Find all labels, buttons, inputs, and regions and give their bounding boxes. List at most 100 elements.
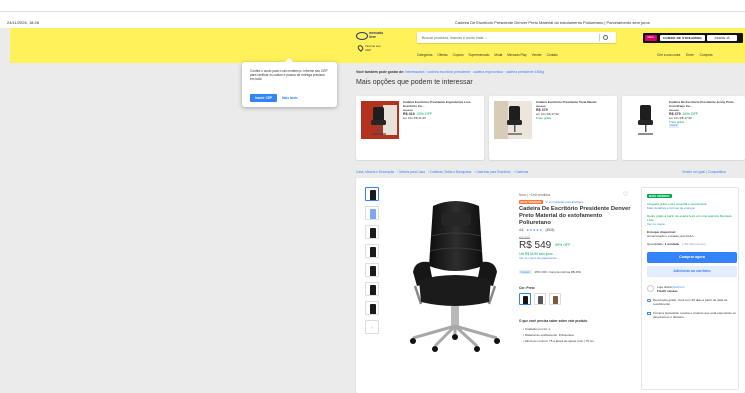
buy-now-button[interactable]: Comprar agora bbox=[647, 252, 737, 263]
handshake-icon bbox=[356, 32, 368, 40]
related-note: Você também pode gostar de: Interessados… bbox=[356, 70, 544, 74]
product-condition: Novo | +1mil vendidos bbox=[519, 193, 551, 197]
product-bullets: Unidades por kit: 1. Material do estofam… bbox=[519, 326, 631, 344]
insert-cep-button[interactable]: Inserir CEP bbox=[250, 94, 277, 102]
seller-sub: Flexfit vendas bbox=[657, 289, 678, 293]
search-separator bbox=[599, 34, 600, 41]
quantity-value: 1 unidade bbox=[664, 242, 680, 246]
thumbnail[interactable] bbox=[365, 225, 379, 239]
return-policy: Devolução grátis. Você tem 30 dias a par… bbox=[647, 298, 737, 306]
thumbnail[interactable] bbox=[365, 187, 379, 201]
login-link[interactable]: Entre bbox=[686, 53, 694, 57]
related-card-info: Cadeira Escritório Presidente Tecla Mast… bbox=[536, 100, 604, 121]
more-thumbnails[interactable]: › bbox=[365, 320, 379, 334]
create-account-link[interactable]: Crie a sua conta bbox=[657, 53, 680, 57]
related-card-info: Cadeira Escritório Presidente Ergonômica… bbox=[403, 100, 471, 121]
nav-moda[interactable]: Moda bbox=[494, 53, 502, 57]
search-input[interactable]: Buscar produtos, marcas e muito mais… bbox=[422, 36, 487, 40]
buybox-badge: MAIS VENDIDO bbox=[647, 194, 672, 198]
related-card[interactable]: Cadeira De Escritório Presidente Jenny P… bbox=[622, 96, 745, 160]
search-icon[interactable] bbox=[603, 34, 608, 40]
search-bar[interactable]: Buscar produtos, marcas e muito mais… bbox=[417, 32, 616, 43]
payment-methods-link[interactable]: Ver os meios de pagamento bbox=[519, 256, 631, 260]
quantity-label: Quantidade: bbox=[647, 242, 664, 246]
purchases-link[interactable]: Compras bbox=[700, 53, 713, 57]
related-card-image bbox=[494, 101, 532, 139]
breadcrumb-item[interactable]: Cadeiras, Sofás e Banquetas bbox=[430, 170, 471, 174]
thumbnail[interactable] bbox=[365, 282, 379, 296]
related-card-image bbox=[361, 101, 399, 139]
product-details: Novo | +1mil vendidos ♡ MAIS VENDIDO 1º … bbox=[519, 192, 631, 344]
bullet-item: Altura ao mínimo: 75 a altura de ajuste … bbox=[523, 338, 631, 344]
related-card-name: Cadeira Escritório Presidente Ergonômica… bbox=[403, 100, 471, 108]
popup-message: Confira o custo para o seu endereço. Inf… bbox=[250, 69, 328, 82]
coupon[interactable]: Cupom 15% OFF. Compra mínima R$ 250. bbox=[519, 269, 631, 274]
heart-icon[interactable]: ♡ bbox=[623, 192, 628, 198]
cep-selector[interactable]: Informe seu CEP bbox=[356, 44, 381, 52]
breadcrumb-item[interactable]: Móveis para Casa bbox=[399, 170, 425, 174]
related-card-info: Cadeira De Escritório Presidente Jenny P… bbox=[669, 100, 737, 129]
promo-banner[interactable]: MELI+ COMBO DE STREAMING ASSINE JÁ bbox=[643, 33, 743, 43]
related-card[interactable]: Cadeira Escritório Presidente Tecla Mast… bbox=[489, 96, 617, 160]
return-icon bbox=[647, 298, 651, 302]
promo-tag: MELI+ bbox=[645, 35, 657, 41]
cep-line2: CEP bbox=[365, 47, 372, 52]
thumbnail[interactable] bbox=[365, 206, 379, 220]
share-links[interactable]: Vender um igual | Compartilhar bbox=[682, 170, 726, 174]
product-rating[interactable]: 4.6 ★★★★★ (4911) bbox=[519, 228, 631, 232]
related-card-installments: em 10x R$ 41,90 bbox=[403, 115, 426, 120]
category-nav: Categorias Ofertas Cupons Supermercado M… bbox=[417, 53, 562, 57]
logo-text: mercado livre bbox=[369, 31, 384, 39]
seller-logo-icon bbox=[647, 285, 654, 292]
color-swatch[interactable] bbox=[534, 292, 546, 305]
later-button[interactable]: Mais tarde bbox=[282, 94, 298, 102]
shipping-details-link[interactable]: Mais detalhes e formas de entrega bbox=[647, 206, 737, 210]
related-note-prefix: Você também pode gostar de: bbox=[356, 70, 405, 74]
breadcrumb: Casa, Móveis e Decoração › Móveis para Ca… bbox=[356, 170, 529, 174]
seller-info[interactable]: Loja oficial Flexform Flexfit vendas bbox=[647, 285, 737, 293]
thumbnail[interactable] bbox=[365, 301, 379, 315]
star-icon: ★★★★★ bbox=[526, 228, 543, 233]
rating-value: 4.6 bbox=[519, 228, 524, 233]
mercado-livre-logo[interactable]: mercado livre bbox=[356, 31, 384, 41]
breadcrumb-item[interactable]: Casa, Móveis e Decoração bbox=[356, 170, 394, 174]
related-card[interactable]: Cadeira Escritório Presidente Ergonômica… bbox=[356, 96, 484, 160]
nav-ofertas[interactable]: Ofertas bbox=[437, 53, 447, 57]
nav-contato[interactable]: Contato bbox=[547, 53, 558, 57]
product-title: Cadeira De Escritório Presidente Denver … bbox=[519, 206, 631, 226]
color-swatch[interactable] bbox=[519, 292, 531, 305]
thumbnail[interactable] bbox=[365, 244, 379, 258]
product-main-image[interactable] bbox=[393, 186, 518, 354]
related-card-image bbox=[627, 101, 665, 139]
print-date: 24/11/2026, 18:28 bbox=[7, 20, 39, 25]
nav-cupons[interactable]: Cupons bbox=[453, 53, 464, 57]
pickup-info: Retire grátis a partir de quarta-feira e… bbox=[647, 214, 732, 222]
print-header: 24/11/2026, 18:28 Cadeira De Escritório … bbox=[0, 12, 745, 28]
color-swatch[interactable] bbox=[549, 292, 561, 305]
purchase-guarantee: Compra Garantida, receba o produto que e… bbox=[647, 311, 737, 319]
color-label: Cor: Preto bbox=[519, 285, 535, 290]
thumbnail[interactable] bbox=[365, 263, 379, 277]
promo-side: ASSINE JÁ bbox=[707, 35, 737, 41]
coupon-text: 15% OFF. Compra mínima R$ 250. bbox=[534, 269, 582, 274]
nav-supermercado[interactable]: Supermercado bbox=[469, 53, 490, 57]
add-to-cart-button[interactable]: Adicionar ao carrinho bbox=[647, 266, 737, 277]
nav-vender[interactable]: Vender bbox=[532, 53, 542, 57]
nav-categorias[interactable]: Categorias bbox=[417, 53, 432, 57]
price-discount: 39% OFF bbox=[555, 243, 571, 248]
buy-box: MAIS VENDIDO Chegará grátis entre amanhã… bbox=[641, 187, 739, 390]
breadcrumb-item[interactable]: Cadeiras bbox=[515, 170, 528, 174]
product-panel: › Novo | +1mil vendidos ♡ MAIS VENDIDO 1… bbox=[356, 178, 745, 393]
related-card-name: Cadeira Escritório Presidente Tecla Mast… bbox=[536, 100, 597, 104]
breadcrumb-item[interactable]: Cadeiras para Escritório bbox=[476, 170, 510, 174]
nav-mercado-play[interactable]: Mercado Play bbox=[507, 53, 527, 57]
best-seller-link[interactable]: 1º em Cadeiras para Escritório bbox=[545, 200, 583, 204]
thumbnail-column: › bbox=[365, 187, 381, 339]
related-card-shipping: Frete grátis bbox=[536, 115, 552, 120]
coupon-badge: Cupom bbox=[519, 269, 532, 274]
about-title: O que você precisa saber sobre este prod… bbox=[519, 318, 588, 323]
related-note-links[interactable]: Interessados · cadeira escritório presid… bbox=[405, 70, 544, 74]
map-link[interactable]: Ver no mapa bbox=[647, 222, 737, 226]
shield-icon bbox=[647, 311, 651, 315]
quantity-selector[interactable]: Quantidade: 1 unidade (+50 disponíveis) bbox=[647, 242, 737, 246]
